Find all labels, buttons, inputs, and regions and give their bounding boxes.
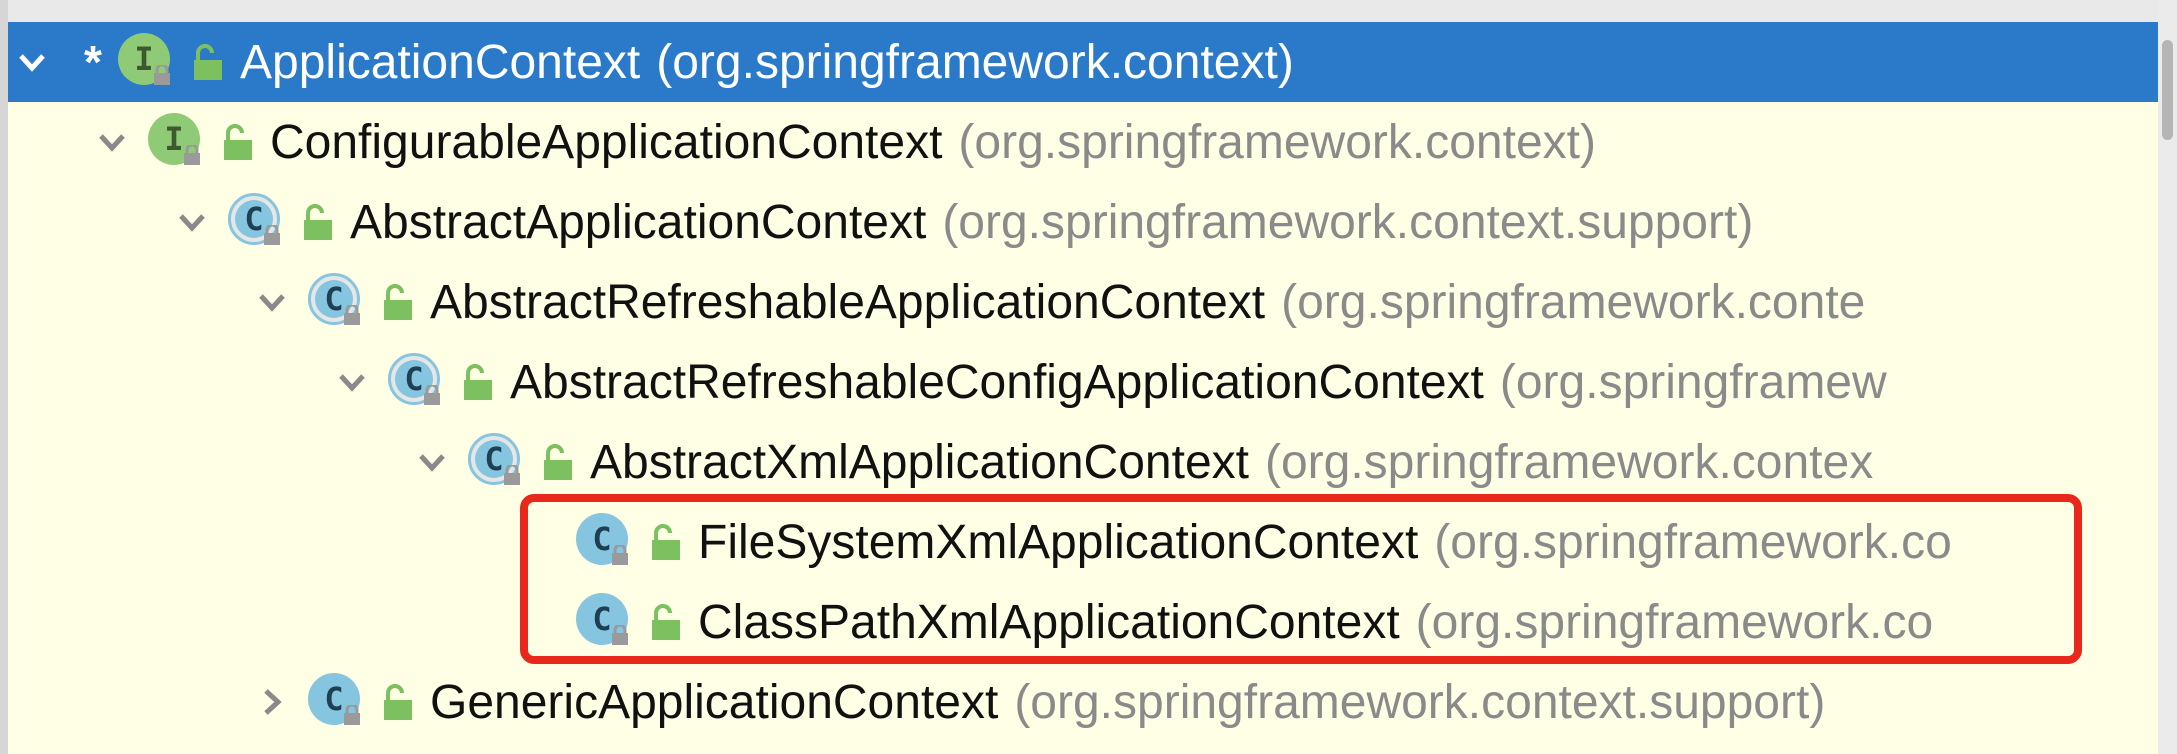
type-name: ConfigurableApplicationContext bbox=[270, 115, 943, 169]
tree-row-abstractapplicationcontext[interactable]: C AbstractApplicationContext (org.spring… bbox=[8, 182, 2158, 262]
type-name: FileSystemXmlApplicationContext bbox=[698, 515, 1419, 569]
interface-icon: I bbox=[148, 113, 206, 171]
package-name: (org.springframework.context.support) bbox=[942, 195, 1754, 249]
tree-row-abstractrefreshableapplicationcontext[interactable]: C AbstractRefreshableApplicationContext … bbox=[8, 262, 2158, 342]
public-access-icon bbox=[384, 684, 412, 720]
chevron-down-icon[interactable] bbox=[88, 102, 136, 182]
abstract-class-icon: C bbox=[228, 193, 286, 251]
public-access-icon bbox=[304, 204, 332, 240]
package-name: (org.springframework.co bbox=[1415, 595, 1934, 649]
chevron-right-icon[interactable] bbox=[248, 662, 296, 742]
type-name: GenericApplicationContext bbox=[430, 675, 999, 729]
interface-icon: I bbox=[118, 33, 176, 91]
chevron-down-icon[interactable] bbox=[168, 182, 216, 262]
type-name: AbstractXmlApplicationContext bbox=[590, 435, 1249, 489]
public-access-icon bbox=[464, 364, 492, 400]
public-access-icon bbox=[544, 444, 572, 480]
tree-row-filesystemxmlapplicationcontext[interactable]: C FileSystemXmlApplicationContext (org.s… bbox=[8, 502, 2158, 582]
abstract-class-icon: C bbox=[468, 433, 526, 491]
class-icon: C bbox=[576, 593, 634, 651]
tree-row-classpathxmlapplicationcontext[interactable]: C ClassPathXmlApplicationContext (org.sp… bbox=[8, 582, 2158, 662]
type-name: AbstractApplicationContext bbox=[350, 195, 927, 249]
tree-row-configurableapplicationcontext[interactable]: I ConfigurableApplicationContext (org.sp… bbox=[8, 102, 2158, 182]
type-name: ClassPathXmlApplicationContext bbox=[698, 595, 1400, 649]
panel-top-edge bbox=[0, 0, 2177, 22]
abstract-class-icon: C bbox=[388, 353, 446, 411]
type-name: AbstractRefreshableConfigApplicationCont… bbox=[510, 355, 1484, 409]
package-name: (org.springframework.co bbox=[1434, 515, 1952, 569]
tree-row-abstractrefreshableconfigapplicationcontext[interactable]: C AbstractRefreshableConfigApplicationCo… bbox=[8, 342, 2158, 422]
package-name: (org.springframework.conte bbox=[1281, 275, 1866, 329]
tree-row-abstractxmlapplicationcontext[interactable]: C AbstractXmlApplicationContext (org.spr… bbox=[8, 422, 2158, 502]
vertical-scrollbar[interactable] bbox=[2158, 0, 2177, 754]
package-name: (org.springframework.contex bbox=[1264, 435, 1874, 489]
package-name: (org.springframework.context.support) bbox=[1014, 675, 1826, 729]
chevron-down-icon[interactable] bbox=[408, 422, 456, 502]
scrollbar-thumb[interactable] bbox=[2162, 40, 2173, 140]
type-hierarchy-panel: * I ApplicationContext (org.springframew… bbox=[0, 0, 2177, 754]
public-access-icon bbox=[194, 44, 222, 80]
chevron-down-icon[interactable] bbox=[248, 262, 296, 342]
chevron-down-icon[interactable] bbox=[8, 22, 56, 102]
public-access-icon bbox=[224, 124, 252, 160]
public-access-icon bbox=[652, 604, 680, 640]
tree-row-applicationcontext[interactable]: * I ApplicationContext (org.springframew… bbox=[8, 22, 2158, 102]
package-name: (org.springframew bbox=[1499, 355, 1887, 409]
abstract-class-icon: C bbox=[308, 273, 366, 331]
type-name: ApplicationContext bbox=[240, 35, 641, 89]
class-icon: C bbox=[308, 673, 366, 731]
package-name: (org.springframework.context) bbox=[958, 115, 1596, 169]
public-access-icon bbox=[384, 284, 412, 320]
chevron-down-icon[interactable] bbox=[328, 342, 376, 422]
tree-row-genericapplicationcontext[interactable]: C GenericApplicationContext (org.springf… bbox=[8, 662, 2158, 742]
panel-left-edge bbox=[0, 0, 8, 754]
package-name: (org.springframework.context) bbox=[656, 35, 1294, 89]
class-icon: C bbox=[576, 513, 634, 571]
type-name: AbstractRefreshableApplicationContext bbox=[430, 275, 1266, 329]
current-type-marker: * bbox=[84, 36, 102, 88]
public-access-icon bbox=[652, 524, 680, 560]
